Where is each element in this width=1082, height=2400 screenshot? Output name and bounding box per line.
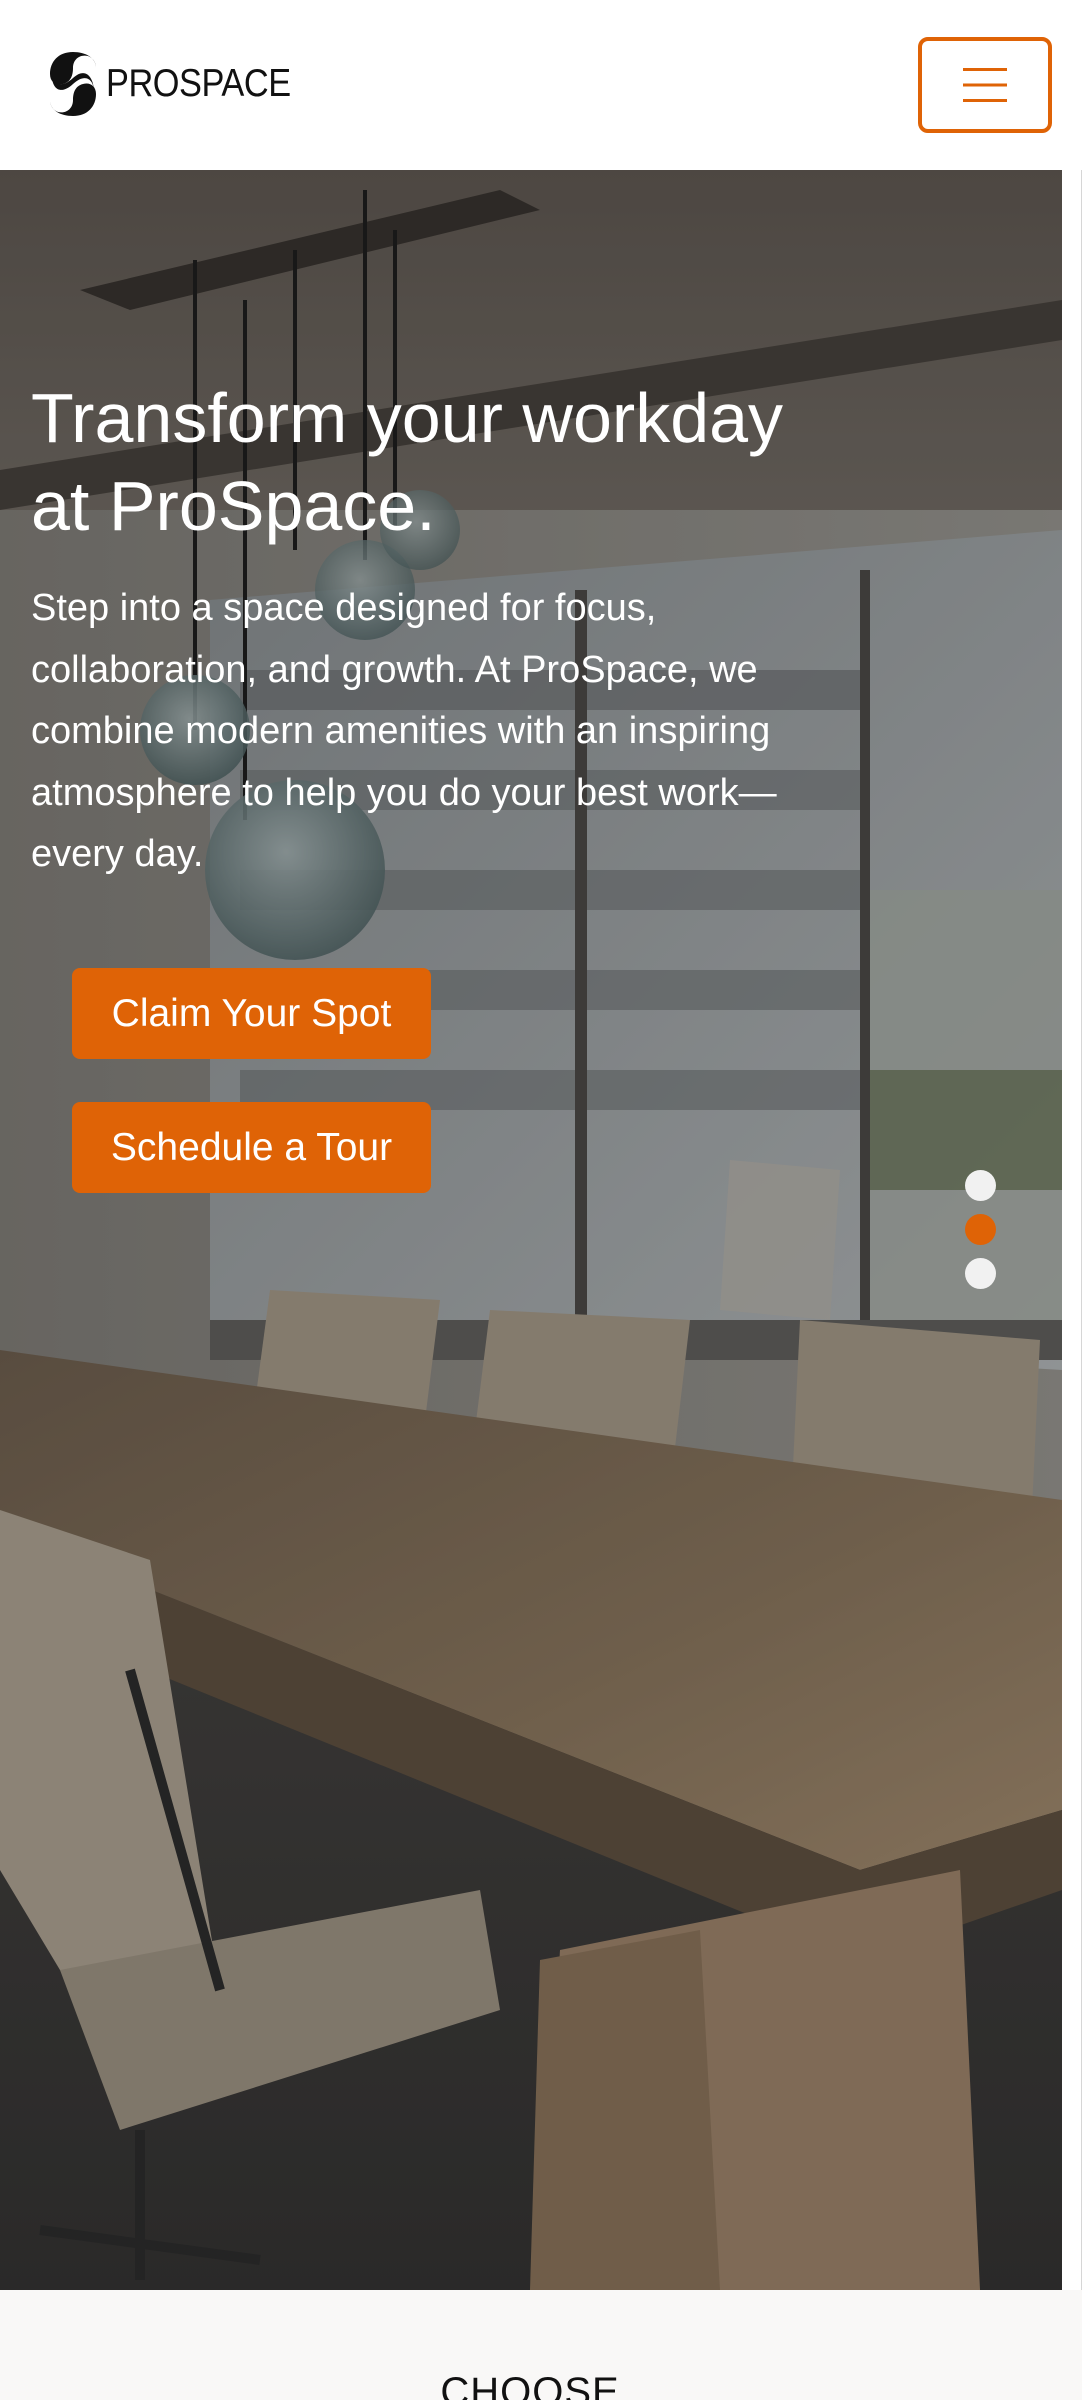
brand-logo[interactable]: PROSPACE — [46, 48, 316, 120]
choose-section: CHOOSE — [0, 2290, 1082, 2400]
carousel-dot-2-active[interactable] — [965, 1214, 996, 1245]
hero-description: Step into a space designed for focus, co… — [31, 587, 777, 875]
carousel-dot-3[interactable] — [965, 1258, 996, 1289]
section-heading: CHOOSE — [440, 2370, 620, 2400]
hamburger-menu-icon — [963, 68, 1007, 102]
carousel-indicators — [965, 1170, 997, 1302]
carousel-dot-1[interactable] — [965, 1170, 996, 1201]
hero-section: Transform your workday at ProSpace. Step… — [0, 170, 1062, 2290]
prospace-logo-icon — [50, 52, 96, 116]
hero-title: Transform your workday at ProSpace. — [31, 379, 784, 545]
claim-your-spot-button[interactable]: Claim Your Spot — [72, 968, 431, 1059]
schedule-a-tour-button[interactable]: Schedule a Tour — [72, 1102, 431, 1193]
site-header: PROSPACE — [0, 0, 1082, 170]
hero-copy: Transform your workday at ProSpace. Step… — [31, 374, 831, 886]
menu-toggle-button[interactable] — [918, 37, 1052, 133]
brand-name: PROSPACE — [106, 62, 291, 105]
